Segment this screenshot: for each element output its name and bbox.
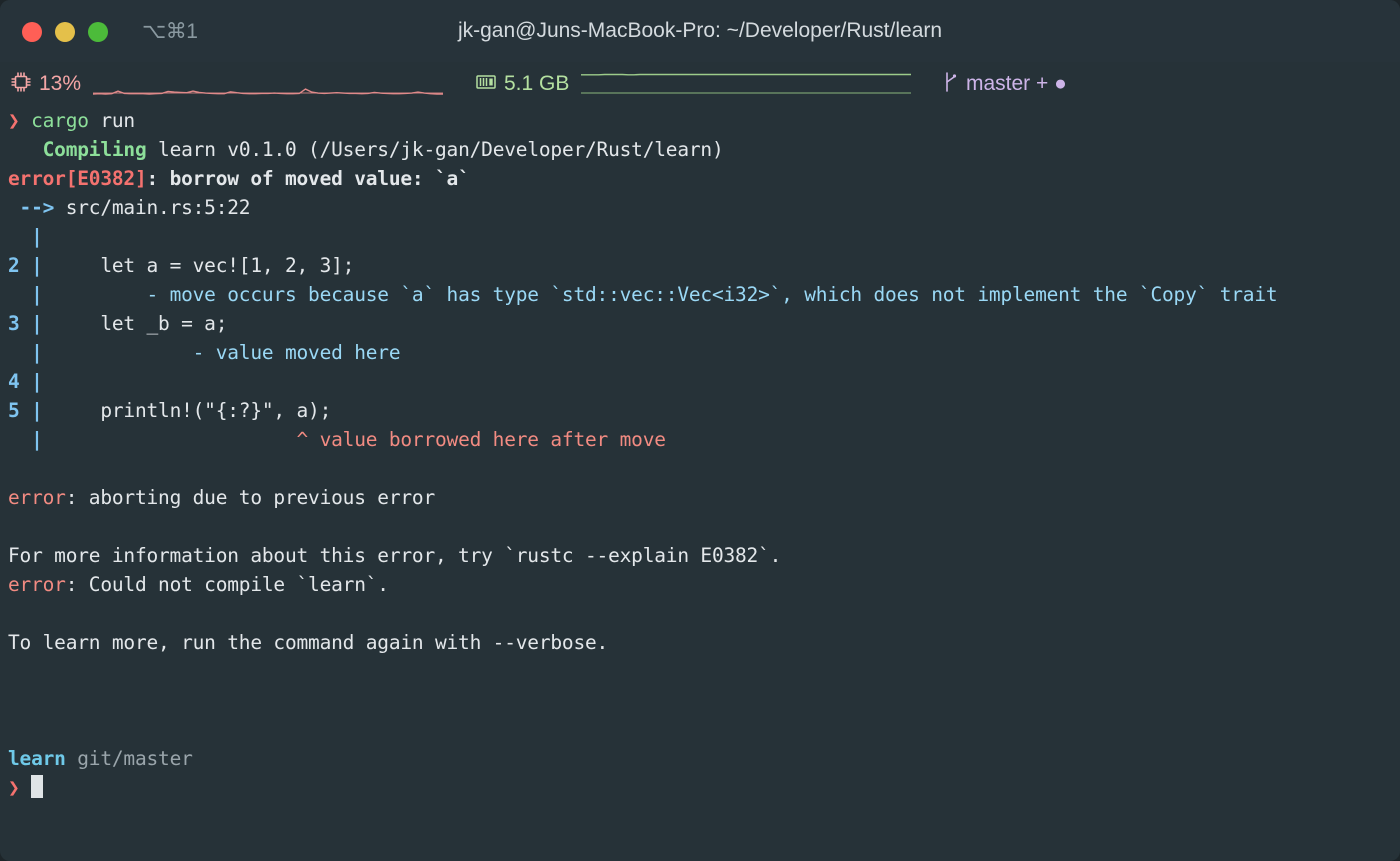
text-span: 2 |: [8, 254, 43, 277]
text-span: : aborting due to previous error: [65, 486, 435, 509]
memory-sparkline-chart: [581, 69, 912, 99]
terminal-line-blank-2: [0, 512, 1400, 541]
text-span: learn v0.1.0 (/Users/jk-gan/Developer/Ru…: [146, 138, 724, 161]
terminal-line-blank-3: [0, 599, 1400, 628]
text-span: ❯: [8, 109, 32, 132]
cpu-status-group: 13%: [10, 62, 444, 106]
terminal-line-blank-4: [0, 657, 1400, 686]
terminal-line-src-3: 3 | let _b = a;: [0, 309, 1400, 338]
text-span: error[E0382]: [8, 167, 147, 190]
terminal-line-prompt-cmd: ❯ cargo run: [0, 106, 1400, 135]
text-span: 4 |: [8, 370, 43, 393]
terminal-line-src-5: 5 | println!("{:?}", a);: [0, 396, 1400, 425]
text-span: ❯: [8, 776, 32, 799]
terminal-line-ps1-dir: learn git/master: [0, 744, 1400, 773]
text-span: src/main.rs:5:22: [65, 196, 251, 219]
status-bar: 13% 5.1 GB master + ●: [0, 62, 1400, 106]
cpu-chip-icon: [10, 71, 32, 97]
text-span: |: [8, 341, 43, 364]
terminal-line-note-3: | - value moved here: [0, 338, 1400, 367]
text-span: 5 |: [8, 399, 43, 422]
terminal-line-error-head: error[E0382]: borrow of moved value: `a`: [0, 164, 1400, 193]
git-branch-icon: [943, 71, 959, 97]
terminal-line-blank-6: [0, 715, 1400, 744]
text-span: println!("{:?}", a);: [42, 399, 332, 422]
terminal-window: ⌥⌘1 jk-gan@Juns-MacBook-Pro: ~/Developer…: [0, 0, 1400, 861]
window-title: jk-gan@Juns-MacBook-Pro: ~/Developer/Rus…: [457, 19, 943, 42]
terminal-line-ps1-prompt: ❯: [0, 773, 1400, 802]
text-span: |: [8, 428, 43, 451]
terminal-line-compiling: Compiling learn v0.1.0 (/Users/jk-gan/De…: [0, 135, 1400, 164]
terminal-line-location: --> src/main.rs:5:22: [0, 193, 1400, 222]
text-span: - move occurs because `a` has type `std:…: [42, 283, 1278, 306]
cpu-sparkline-chart: [92, 69, 444, 99]
text-span: |: [8, 283, 43, 306]
title-bar[interactable]: ⌥⌘1 jk-gan@Juns-MacBook-Pro: ~/Developer…: [0, 0, 1400, 62]
ram-stick-icon: [475, 72, 497, 96]
text-span: For more information about this error, t…: [8, 544, 782, 567]
terminal-line-src-2: 2 | let a = vec![1, 2, 3];: [0, 251, 1400, 280]
text-span: git/master: [65, 747, 193, 770]
text-span: To learn more, run the command again wit…: [8, 631, 609, 654]
memory-usage-label: 5.1 GB: [504, 72, 570, 95]
text-span: error: [8, 486, 66, 509]
text-span: let a = vec![1, 2, 3];: [42, 254, 355, 277]
text-span: error: [8, 573, 66, 596]
terminal-line-note-5: | ^ value borrowed here after move: [0, 425, 1400, 454]
text-span: |: [8, 225, 43, 248]
text-span: Compiling: [42, 138, 147, 161]
text-span: ^ value borrowed here after move: [42, 428, 666, 451]
terminal-line-verbose: To learn more, run the command again wit…: [0, 628, 1400, 657]
terminal-output[interactable]: ❯ cargo run Compiling learn v0.1.0 (/Use…: [0, 106, 1400, 861]
git-branch-label: master + ●: [966, 72, 1067, 95]
text-span: [8, 138, 43, 161]
terminal-line-more-info: For more information about this error, t…: [0, 541, 1400, 570]
text-cursor: [31, 775, 44, 798]
git-status-group: master + ●: [943, 62, 1067, 106]
text-span: run: [88, 109, 135, 132]
text-span: - value moved here: [42, 341, 401, 364]
terminal-line-blank-1: [0, 454, 1400, 483]
terminal-line-src-4: 4 |: [0, 367, 1400, 396]
text-span: let _b = a;: [42, 312, 228, 335]
text-span: : Could not compile `learn`.: [65, 573, 389, 596]
terminal-line-bar-1: |: [0, 222, 1400, 251]
text-span: 3 |: [8, 312, 43, 335]
terminal-line-note-2: | - move occurs because `a` has type `st…: [0, 280, 1400, 309]
cpu-usage-label: 13%: [39, 72, 82, 95]
text-span: cargo: [31, 109, 89, 132]
memory-status-group: 5.1 GB: [475, 62, 912, 106]
terminal-line-not-compile: error: Could not compile `learn`.: [0, 570, 1400, 599]
terminal-line-blank-5: [0, 686, 1400, 715]
text-span: learn: [8, 747, 66, 770]
text-span: : borrow of moved value: `a`: [146, 167, 470, 190]
text-span: -->: [8, 196, 66, 219]
terminal-line-abort: error: aborting due to previous error: [0, 483, 1400, 512]
